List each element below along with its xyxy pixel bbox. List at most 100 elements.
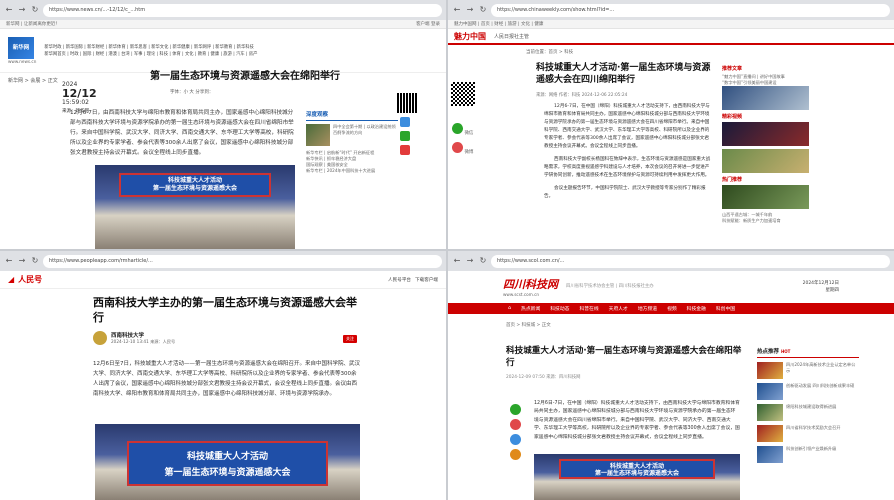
thumbnail[interactable] xyxy=(722,86,809,110)
sidebar-item-text[interactable]: 四中全会第十期 | 以政治建设统领百舸争流的方向 xyxy=(333,124,398,146)
breadcrumb[interactable]: 首页 > 科技城 > 正文 xyxy=(448,314,894,336)
article-body: 12月6-7日，在中国（绵阳）科技城重大人才活动支持下，由西南科技大学与绵阳市教… xyxy=(544,103,712,206)
photo-banner: 科技城重大人才活动 第一届生态环境与资源遥感大会 xyxy=(558,458,716,480)
date-text: 2024年12月12日 xyxy=(802,281,839,286)
site-logo[interactable]: 新华网 xyxy=(8,36,34,59)
site-logo[interactable]: 人民号 xyxy=(18,274,42,285)
hot-item[interactable]: 创新驱动发展 四川科技创新成果丰硕 xyxy=(757,383,859,400)
hot-item-text[interactable]: 创新驱动发展 四川科技创新成果丰硕 xyxy=(786,383,854,389)
weibo-icon[interactable] xyxy=(510,419,521,430)
share-weibo[interactable]: 微博 xyxy=(452,142,473,155)
right-column: 推荐文章 “魅力中国”直播间 | 讲好中国故事 “数字中国”引领美丽中国建设 精… xyxy=(722,62,809,224)
hot-thumb xyxy=(757,362,783,379)
article-body: 12月6日-7日，在中国（绵阳）科技城重大人才活动支持下，由西南科技大学与绵阳市… xyxy=(534,401,740,440)
channel-row-2[interactable]: 新华网首页 | 时政 | 国际 | 财经 | 港澳 | 台湾 | 军事 | 理论… xyxy=(44,51,438,58)
hot-item-text[interactable]: 四川2024年高新技术企业认定名单公示 xyxy=(786,362,859,374)
hot-title-text: 热点推荐 xyxy=(757,349,780,355)
sidebar-item[interactable]: 四中全会第十期 | 以政治建设统领百舸争流的方向 xyxy=(306,124,398,146)
share-wechat[interactable]: 微信 xyxy=(452,123,473,136)
follow-button[interactable]: 关注 xyxy=(343,335,357,343)
nav-item[interactable]: 热点新闻 xyxy=(521,305,540,312)
back-icon[interactable]: ← xyxy=(4,5,14,15)
nav-item[interactable]: 视频 xyxy=(667,305,677,312)
author-name[interactable]: 西南科技大学 xyxy=(111,331,175,339)
hot-thumb xyxy=(757,383,783,400)
forward-icon[interactable]: → xyxy=(465,5,475,15)
photo-banner-line1: 科技城重大人才活动 xyxy=(186,451,268,462)
back-icon[interactable]: ← xyxy=(4,256,14,266)
breadcrumb[interactable]: 当前位置：首页 > 科技 xyxy=(448,45,894,59)
forward-icon[interactable]: → xyxy=(17,5,27,15)
list-item[interactable]: 科技赋能：新质生产力加速培育 xyxy=(722,218,809,224)
topbar-left: 新华网 | 让新闻离你更近！ xyxy=(6,22,60,27)
channel-links[interactable]: 新华时政 | 新华国际 | 新华财经 | 新华体育 | 新华思客 | 新华文化 … xyxy=(44,44,438,58)
masthead: 四川科技网 www.scst.com.cn 四川省科学技术协会主管 | 四川科技… xyxy=(448,271,894,303)
wechat-icon[interactable] xyxy=(452,123,463,134)
download-link[interactable]: 下载客户端 xyxy=(415,277,438,283)
site-logo-sub: www.scst.com.cn xyxy=(503,292,540,297)
author-info: 西南科技大学 2024-12-10 13:41 来源：人民号 xyxy=(93,331,175,345)
hot-item[interactable]: 四川省科学技术奖励大会召开 xyxy=(757,425,859,442)
video-thumbnail[interactable] xyxy=(722,149,809,173)
nav-item[interactable]: 科技动态 xyxy=(550,305,569,312)
address-bar[interactable]: https://www.chinaweekly.com/show.html?id… xyxy=(491,3,890,17)
forward-icon[interactable]: → xyxy=(17,256,27,266)
hot-item[interactable]: 四川2024年高新技术企业认定名单公示 xyxy=(757,362,859,379)
main-nav: ⌂ 热点新闻 科技动态 科普在线 天府人才 地方频道 视频 科技金融 科创中国 xyxy=(448,303,894,314)
thumbnail[interactable] xyxy=(722,185,809,209)
sidebar-item[interactable]: 新华专栏 | 2024年中国科技十大进展 xyxy=(306,168,398,174)
browser-toolbar: ← → ↻ https://www.peopleapp.com/rmhartic… xyxy=(0,251,446,271)
video-thumbnail[interactable] xyxy=(722,122,809,146)
sidebar-title: 深度观察 xyxy=(306,110,398,121)
nav-item[interactable]: 地方频道 xyxy=(638,305,657,312)
share-weibo-label: 微博 xyxy=(464,150,474,155)
sidebar-deep: 深度观察 四中全会第十期 | 以政治建设统领百舸争流的方向 新华专栏 | 启航新… xyxy=(306,110,398,174)
address-bar[interactable]: https://www.news.cn/...-12/12/c_...htm xyxy=(43,3,442,17)
address-bar[interactable]: https://www.scol.com.cn/... xyxy=(491,254,890,268)
article-meta: 2024-12-09 07:50 来源：四川科技网 xyxy=(506,375,581,380)
wechat-icon[interactable] xyxy=(510,404,521,415)
weibo-icon[interactable] xyxy=(400,117,410,127)
qr-code-icon xyxy=(451,82,475,106)
site-topbar[interactable]: 魅力中国网 | 首页 | 财经 | 旅游 | 文化 | 健康 xyxy=(448,20,894,29)
nav-item[interactable]: 科普在线 xyxy=(579,305,598,312)
article-title: 第一届生态环境与资源遥感大会在绵阳举行 xyxy=(150,71,340,82)
site-logo[interactable]: 魅力中国 xyxy=(454,31,486,42)
article-title: 科技城重大人才活动·第一届生态环境与资源遥感大会在四川绵阳举行 xyxy=(536,63,711,85)
nav-item[interactable]: 天府人才 xyxy=(609,305,628,312)
address-bar[interactable]: https://www.peopleapp.com/rmharticle/... xyxy=(43,254,442,268)
platform-link[interactable]: 人民号平台 xyxy=(388,277,411,283)
masthead-slogan: 四川省科学技术协会主管 | 四川科技报社主办 xyxy=(566,284,654,289)
hot-item-text[interactable]: 四川省科学技术奖励大会召开 xyxy=(786,425,840,431)
avatar[interactable] xyxy=(93,331,107,345)
qzone-icon[interactable] xyxy=(510,449,521,460)
reload-icon[interactable]: ↻ xyxy=(30,5,40,15)
login-link[interactable]: 客户端 登录 xyxy=(416,21,440,27)
reload-icon[interactable]: ↻ xyxy=(478,256,488,266)
article-photo: 科技城重大人才活动 第一届生态环境与资源遥感大会 xyxy=(95,165,295,249)
hot-item[interactable]: 科技创新引领产业焕新升级 xyxy=(757,446,859,463)
nav-item[interactable]: 科技金融 xyxy=(687,305,706,312)
photo-banner: 科技城重大人才活动 第一届生态环境与资源遥感大会 xyxy=(119,173,271,197)
back-icon[interactable]: ← xyxy=(452,256,462,266)
browser-toolbar: ← → ↻ https://www.chinaweekly.com/show.h… xyxy=(448,0,894,20)
paragraph: 西南科技大学副校长杨国科在致辞中表示，生态环境与资源遥感是国家重大战略需求，学校… xyxy=(544,157,711,178)
app-icon[interactable] xyxy=(400,145,410,155)
weibo-icon[interactable] xyxy=(452,142,463,153)
hot-item-text[interactable]: 科技创新引领产业焕新升级 xyxy=(786,446,836,452)
font-share-tools[interactable]: 字体：小 大 分享到： xyxy=(170,89,213,95)
nav-item[interactable]: 科创中国 xyxy=(716,305,735,312)
home-icon[interactable]: ⌂ xyxy=(508,306,511,311)
forward-icon[interactable]: → xyxy=(465,256,475,266)
reload-icon[interactable]: ↻ xyxy=(30,256,40,266)
back-icon[interactable]: ← xyxy=(452,5,462,15)
site-logo[interactable]: 四川科技网 xyxy=(503,276,558,292)
hot-item[interactable]: 绵阳科技城建设取得新进展 xyxy=(757,404,859,421)
channel-row-1[interactable]: 新华时政 | 新华国际 | 新华财经 | 新华体育 | 新华思客 | 新华文化 … xyxy=(44,44,438,51)
qq-icon[interactable] xyxy=(510,434,521,445)
photo-banner-line2: 第一届生态环境与资源遥感大会 xyxy=(594,469,679,477)
hot-item-text[interactable]: 绵阳科技城建设取得新进展 xyxy=(786,404,836,410)
wechat-icon[interactable] xyxy=(400,131,410,141)
reload-icon[interactable]: ↻ xyxy=(478,5,488,15)
section-title: 热门推荐 xyxy=(722,177,743,183)
